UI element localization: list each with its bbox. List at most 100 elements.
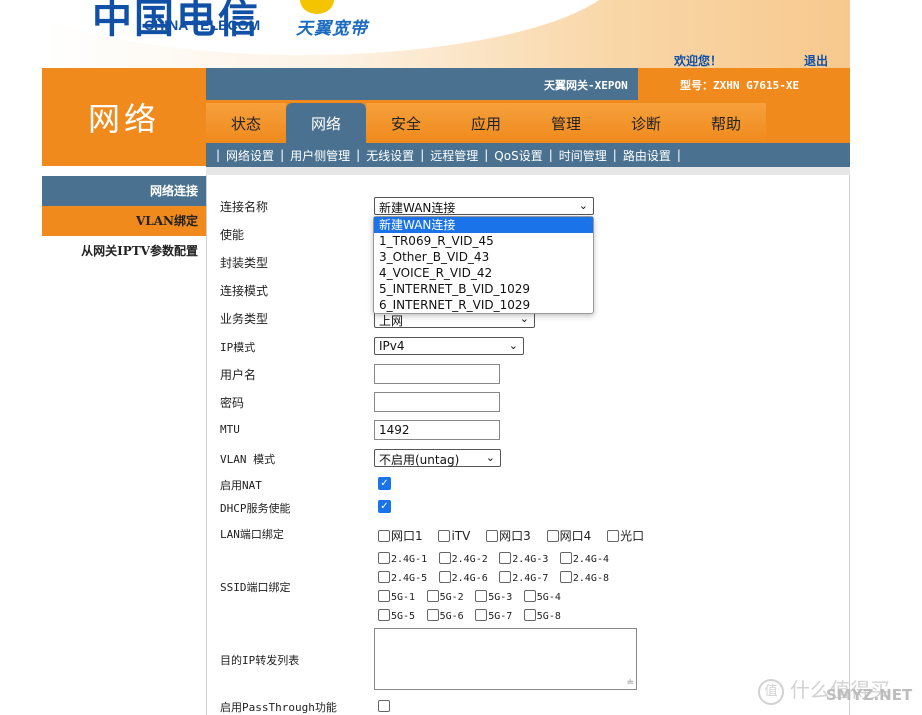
ssid-checkbox[interactable]: 5G-4	[523, 590, 561, 603]
dropdown-option[interactable]: 3_Other_B_VID_43	[374, 249, 593, 265]
info-bar: 天翼网关-XEPON 型号：ZXHN G7615-XE	[206, 68, 850, 100]
subnav-remote[interactable]: 远程管理	[430, 147, 478, 164]
tab-security[interactable]: 安全	[366, 103, 446, 143]
ssid-checkbox[interactable]: 2.4G-3	[499, 552, 548, 565]
ssid-checkbox[interactable]: 2.4G-4	[559, 552, 609, 565]
ssid-24-row-2: 2.4G-5 2.4G-6 2.4G-7 2.4G-8	[378, 571, 617, 584]
watermark-icon: 值	[758, 678, 784, 705]
conn-mode-label: 连接模式	[220, 284, 269, 298]
chevron-down-icon: ⌄	[578, 199, 588, 212]
lan-ports-row: 网口1 iTV 网口3 网口4 光口	[378, 527, 652, 544]
tianyi-brand-text: 天翼宽带	[296, 19, 368, 39]
password-input[interactable]	[374, 392, 500, 412]
ssid-checkbox[interactable]: 5G-8	[523, 609, 561, 622]
watermark-site: SMYZ.NET	[826, 686, 913, 704]
connection-name-dropdown: 新建WAN连接 1_TR069_R_VID_45 3_Other_B_VID_4…	[373, 216, 594, 314]
tab-application[interactable]: 应用	[446, 103, 526, 143]
logout-link[interactable]: 退出	[804, 52, 828, 68]
ssid-checkbox[interactable]: 5G-7	[475, 609, 512, 622]
main-tabs: 状态 网络 安全 应用 管理 诊断 帮助	[206, 100, 850, 143]
ssid-checkbox[interactable]: 5G-2	[426, 590, 464, 603]
subnav-separator: |	[216, 148, 221, 162]
leftmenu-iptv-config[interactable]: 从网关IPTV参数配置	[42, 236, 206, 266]
subnav-separator: |	[420, 148, 425, 162]
connection-name-select[interactable]: 新建WAN连接 ⌄	[374, 197, 594, 215]
dropdown-option[interactable]: 6_INTERNET_R_VID_1029	[374, 297, 593, 313]
subnav-separator: |	[356, 148, 361, 162]
tab-network[interactable]: 网络	[286, 103, 366, 143]
welcome-text: 欢迎您！	[674, 54, 723, 68]
ip-mode-select[interactable]: IPv4 ⌄	[374, 337, 524, 355]
ssid-bind-label: SSID端口绑定	[220, 581, 291, 594]
connection-name-value: 新建WAN连接	[379, 201, 456, 215]
tab-management[interactable]: 管理	[526, 103, 606, 143]
passthrough-label: 启用PassThrough功能	[220, 701, 337, 714]
mtu-label: MTU	[220, 423, 240, 436]
lan-port-checkbox[interactable]: 网口1	[378, 527, 423, 544]
mtu-input[interactable]: 1492	[374, 420, 500, 440]
dropdown-option[interactable]: 4_VOICE_R_VID_42	[374, 265, 593, 281]
model-label: 型号：ZXHN G7615-XE	[638, 68, 850, 100]
ip-mode-value: IPv4	[379, 339, 405, 353]
tab-help[interactable]: 帮助	[686, 103, 766, 143]
lan-port-checkbox[interactable]: 光口	[607, 527, 644, 544]
username-label: 用户名	[220, 368, 257, 382]
connection-name-label: 连接名称	[220, 200, 269, 214]
service-type-label: 业务类型	[220, 312, 269, 326]
leftmenu-vlan-binding[interactable]: VLAN绑定	[42, 206, 206, 236]
username-input[interactable]	[374, 364, 500, 384]
subnav-separator: |	[612, 148, 617, 162]
resize-grip-icon[interactable]: ≐	[626, 678, 634, 688]
subnav-separator: |	[548, 148, 553, 162]
gateway-name: 天翼网关-XEPON	[544, 79, 628, 92]
ssid-checkbox[interactable]: 5G-5	[378, 609, 415, 622]
vlan-mode-value: 不启用(untag)	[379, 453, 460, 467]
dropdown-option[interactable]: 新建WAN连接	[374, 217, 593, 233]
subnav-network-settings[interactable]: 网络设置	[226, 147, 274, 164]
subnav-separator: |	[484, 148, 489, 162]
tab-diagnostics[interactable]: 诊断	[606, 103, 686, 143]
left-menu: 网络连接 VLAN绑定 从网关IPTV参数配置	[42, 176, 206, 266]
ssid-5-row-2: 5G-5 5G-6 5G-7 5G-8	[378, 609, 569, 622]
subnav-qos[interactable]: QoS设置	[494, 147, 542, 164]
ssid-checkbox[interactable]: 2.4G-8	[559, 571, 609, 584]
ssid-checkbox[interactable]: 5G-6	[426, 609, 464, 622]
nat-checkbox[interactable]: ✓	[378, 477, 391, 490]
vlan-mode-select[interactable]: 不启用(untag) ⌄	[374, 449, 501, 467]
china-telecom-text: CHINA TELECOM	[144, 17, 261, 33]
header-banner: 中国电信 CHINA TELECOM 天翼宽带 欢迎您！ 退出	[42, 0, 850, 68]
ssid-checkbox[interactable]: 2.4G-1	[378, 552, 427, 565]
ssid-checkbox[interactable]: 2.4G-6	[438, 571, 488, 584]
ssid-checkbox[interactable]: 2.4G-5	[378, 571, 427, 584]
leftmenu-network-connection[interactable]: 网络连接	[42, 176, 206, 206]
ssid-checkbox[interactable]: 2.4G-7	[499, 571, 548, 584]
dhcp-checkbox[interactable]: ✓	[378, 500, 391, 513]
subnav-separator: |	[280, 148, 285, 162]
lan-port-checkbox[interactable]: 网口4	[546, 527, 591, 544]
tab-status[interactable]: 状态	[206, 103, 286, 143]
nat-label: 启用NAT	[220, 479, 262, 492]
ssid-24-row-1: 2.4G-1 2.4G-2 2.4G-3 2.4G-4	[378, 552, 617, 565]
encap-type-label: 封装类型	[220, 256, 269, 270]
passthrough-checkbox[interactable]	[378, 700, 390, 712]
subnav-routing[interactable]: 路由设置	[623, 147, 671, 164]
ssid-checkbox[interactable]: 2.4G-2	[438, 552, 488, 565]
dest-ip-textarea[interactable]: ≐	[374, 628, 637, 690]
lan-port-checkbox[interactable]: 网口3	[486, 527, 531, 544]
ip-mode-label: IP模式	[220, 341, 256, 354]
password-label: 密码	[220, 396, 245, 410]
content-top-edge	[206, 167, 850, 175]
section-title: 网络	[87, 100, 160, 138]
subnav-wireless[interactable]: 无线设置	[366, 147, 414, 164]
dropdown-option[interactable]: 5_INTERNET_B_VID_1029	[374, 281, 593, 297]
dest-ip-label: 目的IP转发列表	[220, 654, 300, 667]
subnav-separator: |	[676, 148, 681, 162]
ssid-checkbox[interactable]: 5G-1	[378, 590, 415, 603]
subnav-user-side[interactable]: 用户侧管理	[290, 147, 350, 164]
subnav-time[interactable]: 时间管理	[559, 147, 607, 164]
ssid-checkbox[interactable]: 5G-3	[475, 590, 512, 603]
dropdown-option[interactable]: 1_TR069_R_VID_45	[374, 233, 593, 249]
enable-label: 使能	[220, 228, 245, 242]
service-type-value: 上网	[379, 314, 404, 328]
lan-port-checkbox[interactable]: iTV	[438, 529, 470, 543]
